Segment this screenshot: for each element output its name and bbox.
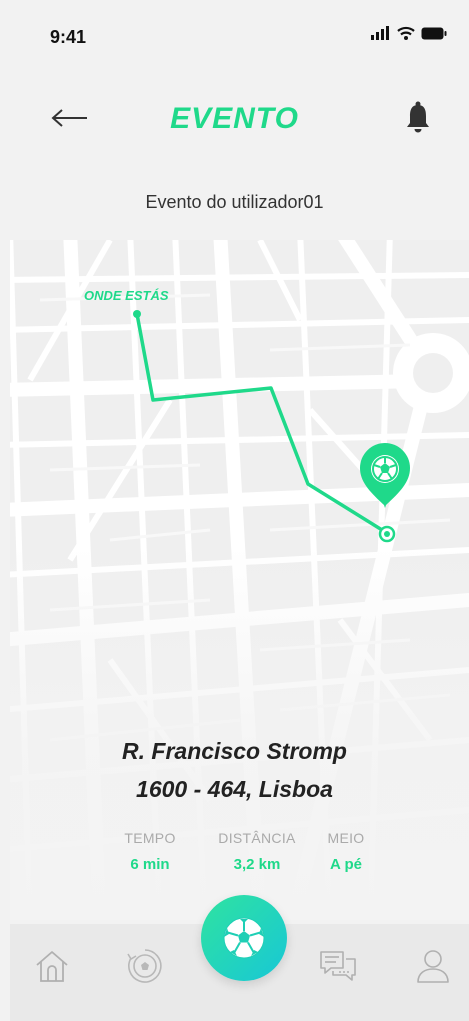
current-location-label: ONDE ESTÁS [84,288,169,303]
stat-time: TEMPO 6 min [115,830,185,873]
stat-time-label: TEMPO [124,830,176,846]
notifications-button[interactable] [402,100,434,136]
nav-chat[interactable] [318,946,358,986]
header [0,70,469,240]
event-subtitle: Evento do utilizador01 [145,192,324,212]
soccer-ball-icon [223,917,265,959]
battery-icon [421,27,447,39]
status-icons [371,26,447,40]
profile-icon [417,950,449,983]
stat-mode-label: MEIO [327,830,365,846]
address-city: 1600 - 464, Lisboa [136,776,333,802]
chat-icon [320,951,356,981]
address-street: R. Francisco Stromp [122,738,347,764]
nav-events[interactable] [201,895,287,981]
page-title: EVENTO [170,102,299,135]
route-map[interactable] [10,240,469,920]
stat-distance: DISTÂNCIA 3,2 km [207,830,307,873]
history-ball-icon [127,949,162,983]
stat-mode: MEIO A pé [314,830,378,873]
stat-distance-value: 3,2 km [233,856,281,873]
nav-history[interactable] [125,946,165,986]
nav-home[interactable] [32,946,72,986]
status-time: 9:41 [50,27,87,47]
bell-icon [407,101,429,133]
home-icon [36,951,68,982]
stat-time-value: 6 min [130,856,170,873]
status-bar: 9:41 [0,0,469,70]
stat-distance-label: DISTÂNCIA [218,830,296,846]
stat-mode-value: A pé [330,856,362,873]
signal-icon [371,26,389,40]
map-streets [10,240,469,920]
wifi-icon [397,26,415,40]
current-location-dot [133,310,141,318]
nav-profile[interactable] [413,946,453,986]
